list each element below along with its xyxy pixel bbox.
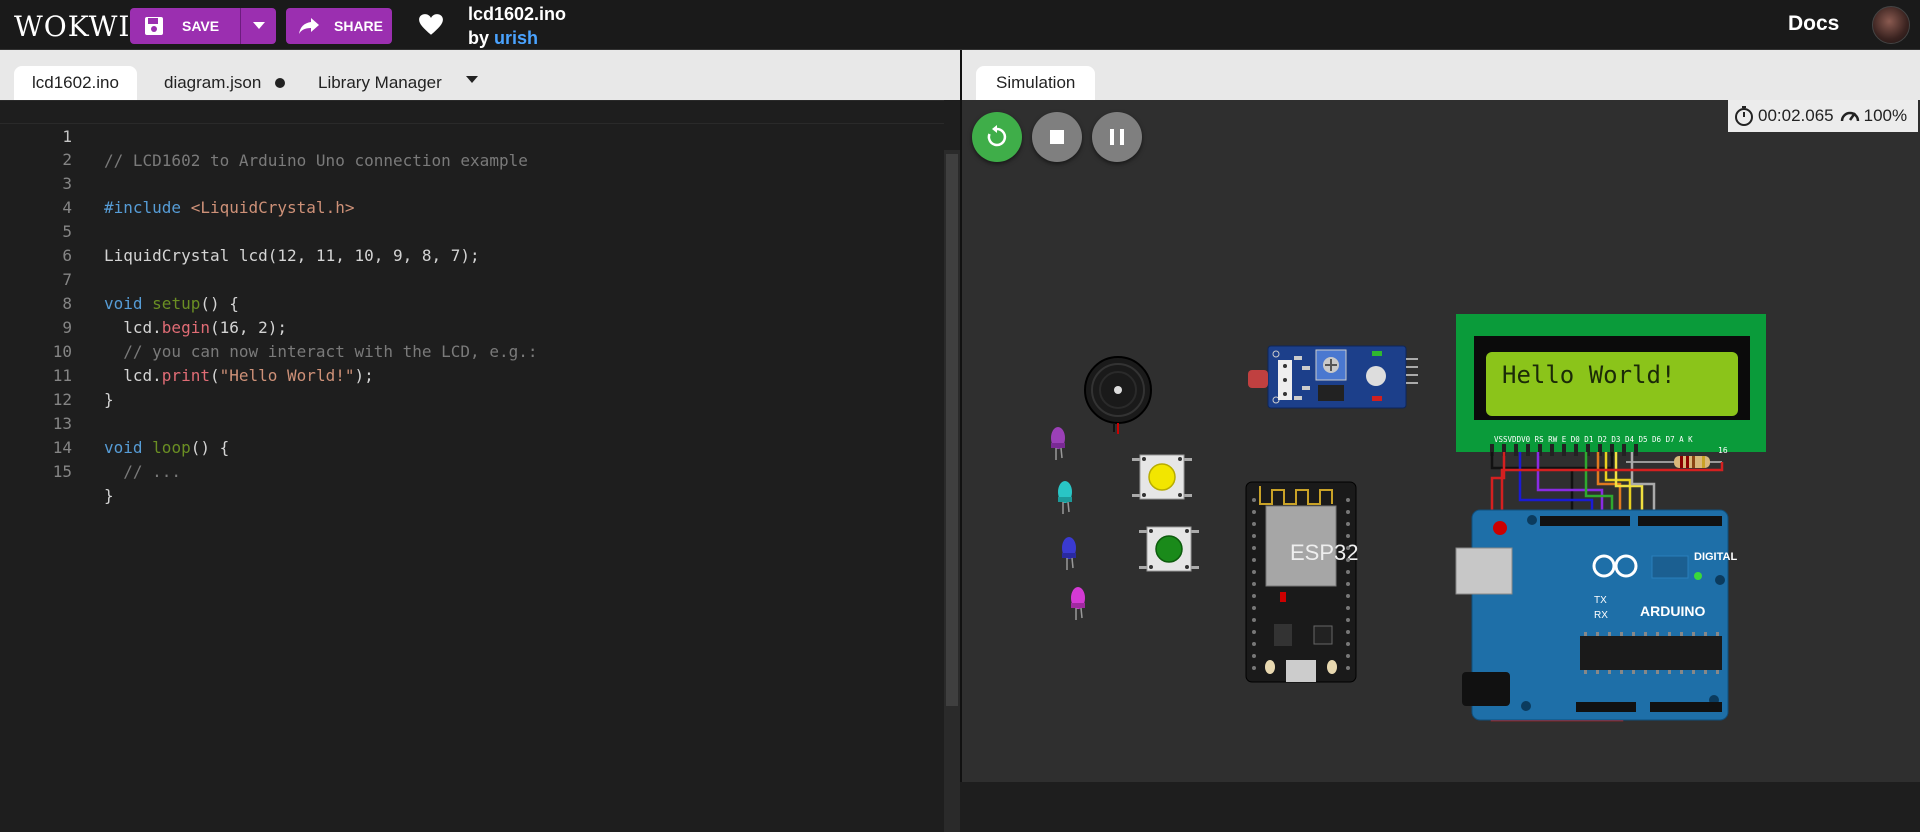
sensor-module[interactable] xyxy=(1248,345,1418,409)
pushbutton-yellow[interactable] xyxy=(1132,454,1192,500)
code-line: 11 } xyxy=(0,340,944,409)
by-prefix: by xyxy=(468,28,490,48)
share-label: SHARE xyxy=(334,18,384,34)
code-text: // ... xyxy=(104,462,182,481)
code-editor[interactable]: 1 // LCD1602 to Arduino Uno connection e… xyxy=(0,100,944,782)
editor-pane: lcd1602.ino diagram.json Library Manager… xyxy=(0,50,960,832)
tab-label: Library Manager xyxy=(318,73,442,92)
editor-tab-bar: lcd1602.ino diagram.json Library Manager xyxy=(0,50,960,100)
project-author-line: by urish xyxy=(468,28,538,49)
user-avatar[interactable] xyxy=(1872,6,1910,44)
code-line: 3 #include <LiquidCrystal.h> xyxy=(0,148,944,217)
resistor[interactable] xyxy=(1626,456,1722,468)
tab-label: lcd1602.ino xyxy=(32,73,119,92)
code-line: 9 // you can now interact with the LCD, … xyxy=(0,292,944,361)
line-number: 15 xyxy=(52,462,72,481)
docs-link[interactable]: Docs xyxy=(1788,12,1839,36)
simulation-pane: Simulation 00:02.065 100% ESP32 Hello Wo… xyxy=(960,50,1920,782)
lcd-pin-16: 16 xyxy=(1718,446,1728,455)
led-magenta[interactable] xyxy=(1071,587,1085,620)
wokwi-logo[interactable]: WOKWI xyxy=(14,10,131,43)
save-button[interactable]: SAVE xyxy=(130,8,240,44)
editor-scrollbar[interactable] xyxy=(944,150,960,832)
tab-library-manager[interactable]: Library Manager xyxy=(300,66,460,100)
tab-diagram-json[interactable]: diagram.json xyxy=(146,66,303,100)
share-button[interactable]: SHARE xyxy=(286,8,392,44)
code-line: 6 xyxy=(0,220,944,265)
heart-icon[interactable] xyxy=(418,12,444,38)
code-line: 13 void loop() { xyxy=(0,388,944,457)
save-label: SAVE xyxy=(182,18,220,34)
code-line: 4 xyxy=(0,172,944,217)
arduino-digital-label: DIGITAL xyxy=(1694,551,1737,563)
lcd-text: Hello World! xyxy=(1502,361,1675,389)
arduino-tx-label: TX xyxy=(1594,595,1607,606)
arduino-label: ARDUINO xyxy=(1640,603,1705,619)
code-line: 5 LiquidCrystal lcd(12, 11, 10, 9, 8, 7)… xyxy=(0,196,944,265)
led-blue[interactable] xyxy=(1062,537,1076,570)
scrollbar-thumb[interactable] xyxy=(946,154,958,706)
chevron-down-icon xyxy=(252,22,265,29)
code-line: 1 // LCD1602 to Arduino Uno connection e… xyxy=(0,100,944,170)
code-line: 2 xyxy=(0,124,944,169)
esp32-board[interactable]: ESP32 xyxy=(1245,481,1359,683)
lcd-pin-labels: VSSVDDV0 RS RW E D0 D1 D2 D3 D4 D5 D6 D7… xyxy=(1494,435,1693,444)
buzzer[interactable] xyxy=(1084,356,1152,434)
top-bar: WOKWI SAVE SHARE lcd1602.ino by urish Do… xyxy=(0,0,1920,50)
arduino-uno-board[interactable]: DIGITAL TX RX ARDUINO xyxy=(1455,509,1737,721)
code-text: } xyxy=(104,486,114,505)
led-purple[interactable] xyxy=(1051,427,1065,460)
code-line: 15 } xyxy=(0,436,944,505)
pushbutton-green[interactable] xyxy=(1139,526,1199,572)
tab-menu-caret-icon[interactable] xyxy=(466,76,478,83)
tab-lcd1602-ino[interactable]: lcd1602.ino xyxy=(14,66,137,100)
floppy-disk-icon xyxy=(145,17,163,35)
code-line: 10 lcd.print("Hello World!"); xyxy=(0,316,944,385)
code-line: 14 // ... xyxy=(0,412,944,481)
code-line: 8 lcd.begin(16, 2); xyxy=(0,268,944,337)
led-cyan[interactable] xyxy=(1058,481,1072,514)
project-title: lcd1602.ino xyxy=(468,4,567,24)
author-link[interactable]: urish xyxy=(494,28,538,48)
tab-label: diagram.json xyxy=(164,73,262,92)
code-line: 7 void setup() { xyxy=(0,244,944,313)
lcd1602-display[interactable]: Hello World! VSSVDDV0 RS RW E D0 D1 D2 D… xyxy=(1456,314,1766,456)
unsaved-indicator xyxy=(275,78,286,88)
arduino-rx-label: RX xyxy=(1594,610,1608,621)
code-line: 12 xyxy=(0,364,944,409)
circuit-canvas[interactable]: ESP32 Hello World! VSSVDDV0 RS RW E D0 D… xyxy=(962,50,1920,782)
save-options-dropdown[interactable] xyxy=(240,8,276,44)
share-arrow-icon xyxy=(299,18,319,34)
